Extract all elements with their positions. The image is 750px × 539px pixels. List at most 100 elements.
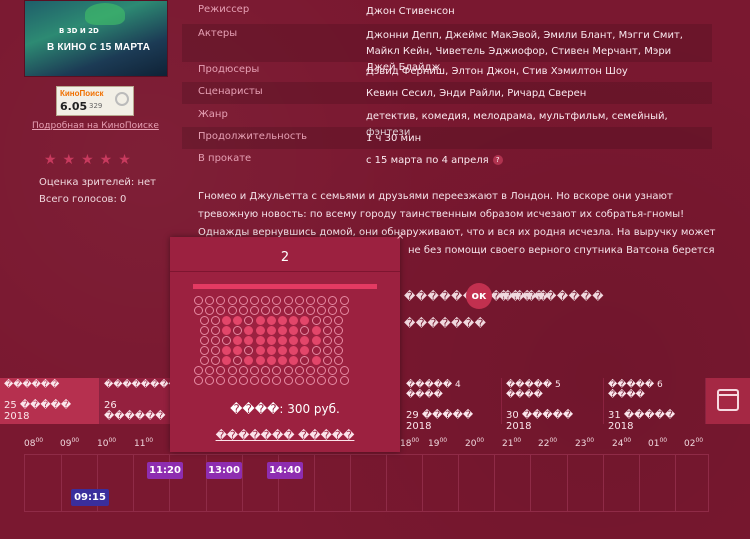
seat[interactable] xyxy=(222,346,231,355)
seat[interactable] xyxy=(322,346,332,355)
seat[interactable] xyxy=(238,306,248,315)
seat[interactable] xyxy=(210,336,220,345)
seat[interactable] xyxy=(210,316,220,325)
seat[interactable] xyxy=(227,296,237,305)
seat[interactable] xyxy=(261,296,271,305)
seat[interactable] xyxy=(261,306,271,315)
seat[interactable] xyxy=(334,336,343,345)
day-tab-30[interactable]: ����� 5 ���� 30 ����� 2018 xyxy=(502,378,604,432)
seat[interactable] xyxy=(244,316,254,325)
seat[interactable] xyxy=(227,306,237,315)
session-slot[interactable]: 13:00 xyxy=(206,462,242,479)
seat[interactable] xyxy=(244,356,254,365)
seat[interactable] xyxy=(311,356,321,365)
seat[interactable] xyxy=(306,376,315,385)
seat[interactable] xyxy=(339,366,349,375)
seat[interactable] xyxy=(233,346,243,355)
session-slot[interactable]: 09:15 xyxy=(71,489,109,506)
seat[interactable] xyxy=(266,346,276,355)
seat[interactable] xyxy=(317,306,327,315)
seat[interactable] xyxy=(199,356,209,365)
day-tab-31[interactable]: ����� 6 ���� 31 ����� 2018 xyxy=(604,378,706,432)
seat[interactable] xyxy=(250,376,259,385)
seat[interactable] xyxy=(289,356,299,365)
seat[interactable] xyxy=(289,336,299,345)
seat[interactable] xyxy=(272,376,282,385)
seat[interactable] xyxy=(255,316,265,325)
seat[interactable] xyxy=(238,296,248,305)
buy-ticket-link[interactable]: ������� ����� xyxy=(170,429,400,442)
ok-share-button[interactable]: ок xyxy=(466,283,492,309)
seat[interactable] xyxy=(199,336,209,345)
seat[interactable] xyxy=(278,316,287,325)
day-tab-26[interactable]: ������������ 26 ������ xyxy=(100,378,215,424)
seat[interactable] xyxy=(222,326,231,335)
seat[interactable] xyxy=(238,366,248,375)
seat[interactable] xyxy=(278,326,287,335)
seat[interactable] xyxy=(328,366,338,375)
seat[interactable] xyxy=(199,316,209,325)
seat[interactable] xyxy=(255,336,265,345)
seat[interactable] xyxy=(311,336,321,345)
day-tab-29[interactable]: ����� 4 ���� 29 ����� 2018 xyxy=(402,378,502,432)
seat[interactable] xyxy=(283,376,293,385)
seat[interactable] xyxy=(294,366,304,375)
seat[interactable] xyxy=(255,326,265,335)
seat[interactable] xyxy=(283,366,293,375)
seat[interactable] xyxy=(339,376,349,385)
session-slot[interactable]: 14:40 xyxy=(267,462,303,479)
seat[interactable] xyxy=(317,366,327,375)
seat[interactable] xyxy=(194,296,203,305)
seat[interactable] xyxy=(334,326,343,335)
seat[interactable] xyxy=(199,346,209,355)
seat[interactable] xyxy=(250,296,259,305)
seat[interactable] xyxy=(300,346,310,355)
help-icon[interactable]: ? xyxy=(492,155,503,165)
seat[interactable] xyxy=(322,326,332,335)
seat[interactable] xyxy=(322,336,332,345)
seat[interactable] xyxy=(300,326,310,335)
seat[interactable] xyxy=(250,306,259,315)
kinopoisk-badge[interactable]: КиноПоиск 6.05 329 xyxy=(56,86,134,116)
seat[interactable] xyxy=(278,346,287,355)
seat[interactable] xyxy=(339,306,349,315)
seat[interactable] xyxy=(255,356,265,365)
seat[interactable] xyxy=(222,316,231,325)
seat[interactable] xyxy=(261,366,271,375)
seat[interactable] xyxy=(216,366,226,375)
seat[interactable] xyxy=(210,326,220,335)
movie-poster[interactable]: В 3D И 2D В КИНО С 15 МАРТА xyxy=(24,0,168,77)
seat[interactable] xyxy=(317,376,327,385)
seat[interactable] xyxy=(194,366,203,375)
seat[interactable] xyxy=(300,316,310,325)
seat[interactable] xyxy=(294,376,304,385)
seat[interactable] xyxy=(283,296,293,305)
seat[interactable] xyxy=(216,306,226,315)
seat[interactable] xyxy=(222,356,231,365)
seat[interactable] xyxy=(300,336,310,345)
seat[interactable] xyxy=(216,296,226,305)
seat[interactable] xyxy=(233,316,243,325)
seat[interactable] xyxy=(283,306,293,315)
seat[interactable] xyxy=(266,336,276,345)
seat[interactable] xyxy=(199,326,209,335)
seat[interactable] xyxy=(334,346,343,355)
seat[interactable] xyxy=(244,336,254,345)
seat[interactable] xyxy=(278,356,287,365)
seat[interactable] xyxy=(255,346,265,355)
session-slot[interactable]: 11:20 xyxy=(147,462,183,479)
seat[interactable] xyxy=(216,376,226,385)
seat[interactable] xyxy=(289,326,299,335)
seat[interactable] xyxy=(306,306,315,315)
seat[interactable] xyxy=(322,316,332,325)
seat[interactable] xyxy=(205,296,215,305)
seat[interactable] xyxy=(222,336,231,345)
seat[interactable] xyxy=(294,306,304,315)
seat[interactable] xyxy=(227,366,237,375)
day-tab-25[interactable]: ������ 25 ����� 2018 xyxy=(0,378,100,424)
seat[interactable] xyxy=(322,356,332,365)
seat[interactable] xyxy=(311,346,321,355)
seat[interactable] xyxy=(250,366,259,375)
seat[interactable] xyxy=(210,346,220,355)
seat[interactable] xyxy=(272,306,282,315)
